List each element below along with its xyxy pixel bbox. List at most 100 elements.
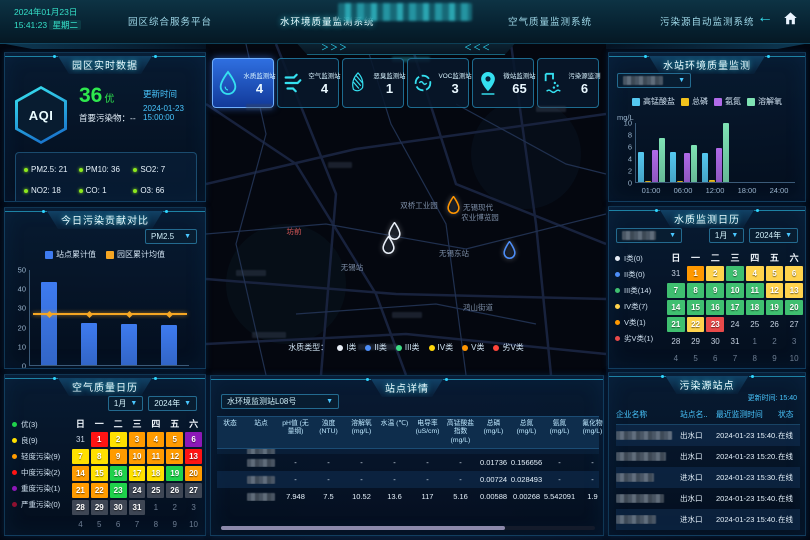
calendar-day[interactable]: 11 bbox=[746, 283, 764, 298]
calendar-day[interactable]: 9 bbox=[766, 351, 784, 366]
air-calendar-year-select[interactable]: 2024年▼ bbox=[148, 396, 197, 411]
calendar-day[interactable]: 18 bbox=[746, 300, 764, 315]
station-select[interactable]: 水环境监测站L08号▼ bbox=[221, 394, 339, 409]
water-calendar-year-select[interactable]: 2024年▼ bbox=[749, 228, 798, 243]
calendar-day[interactable]: 4 bbox=[667, 351, 685, 366]
calendar-day[interactable]: 24 bbox=[129, 483, 146, 498]
calendar-day[interactable]: 4 bbox=[746, 266, 764, 281]
calendar-day[interactable]: 19 bbox=[766, 300, 784, 315]
calendar-day[interactable]: 15 bbox=[687, 300, 705, 315]
calendar-day[interactable]: 10 bbox=[785, 351, 803, 366]
calendar-day[interactable]: 29 bbox=[91, 500, 108, 515]
calendar-day[interactable]: 25 bbox=[746, 317, 764, 332]
calendar-day[interactable]: 14 bbox=[667, 300, 685, 315]
nav-park-platform[interactable]: 园区综合服务平台 bbox=[128, 14, 212, 28]
calendar-day[interactable]: 31 bbox=[726, 334, 744, 349]
map-area[interactable]: ＞＞＞＜＜＜ 水质监测站4空气监测站4恶臭监测站1VOC监测站3微站监测站65污… bbox=[206, 44, 606, 375]
calendar-day[interactable]: 8 bbox=[746, 351, 764, 366]
calendar-day[interactable]: 3 bbox=[129, 432, 146, 447]
calendar-day[interactable]: 8 bbox=[687, 283, 705, 298]
calendar-day[interactable]: 5 bbox=[91, 517, 108, 532]
calendar-day[interactable]: 18 bbox=[147, 466, 164, 481]
water-station-marker[interactable] bbox=[446, 196, 461, 215]
station-type-button-pin[interactable]: 微站监测站65 bbox=[472, 58, 534, 108]
station-type-button-voc[interactable]: VOC监测站3 bbox=[407, 58, 469, 108]
calendar-day[interactable]: 2 bbox=[766, 334, 784, 349]
calendar-day[interactable]: 1 bbox=[91, 432, 108, 447]
calendar-day[interactable]: 7 bbox=[129, 517, 146, 532]
water-station-marker[interactable] bbox=[502, 241, 517, 260]
calendar-day[interactable]: 28 bbox=[72, 500, 89, 515]
calendar-day[interactable]: 30 bbox=[706, 334, 724, 349]
calendar-day[interactable]: 9 bbox=[110, 449, 127, 464]
scrollbar-thumb[interactable] bbox=[221, 526, 505, 530]
calendar-day[interactable]: 8 bbox=[147, 517, 164, 532]
calendar-day[interactable]: 31 bbox=[129, 500, 146, 515]
water-station-select[interactable]: ▼ bbox=[617, 73, 691, 88]
calendar-day[interactable]: 26 bbox=[766, 317, 784, 332]
calendar-day[interactable]: 22 bbox=[91, 483, 108, 498]
calendar-day[interactable]: 17 bbox=[129, 466, 146, 481]
calendar-day[interactable]: 29 bbox=[687, 334, 705, 349]
calendar-day[interactable]: 5 bbox=[687, 351, 705, 366]
calendar-day[interactable]: 8 bbox=[91, 449, 108, 464]
station-type-button-water-drop[interactable]: 水质监测站4 bbox=[212, 58, 274, 108]
calendar-day[interactable]: 4 bbox=[72, 517, 89, 532]
calendar-day[interactable]: 27 bbox=[785, 317, 803, 332]
air-calendar-month-select[interactable]: 1月▼ bbox=[108, 396, 143, 411]
calendar-day[interactable]: 6 bbox=[185, 432, 202, 447]
calendar-day[interactable]: 9 bbox=[166, 517, 183, 532]
horizontal-scrollbar[interactable] bbox=[221, 526, 595, 530]
calendar-day[interactable]: 6 bbox=[110, 517, 127, 532]
calendar-day[interactable]: 6 bbox=[785, 266, 803, 281]
calendar-day[interactable]: 25 bbox=[147, 483, 164, 498]
calendar-day[interactable]: 3 bbox=[785, 334, 803, 349]
calendar-day[interactable]: 16 bbox=[706, 300, 724, 315]
calendar-day[interactable]: 21 bbox=[72, 483, 89, 498]
calendar-day[interactable]: 2 bbox=[166, 500, 183, 515]
back-arrow-icon[interactable]: ← bbox=[757, 10, 773, 26]
calendar-day[interactable]: 5 bbox=[766, 266, 784, 281]
calendar-day[interactable]: 7 bbox=[667, 283, 685, 298]
calendar-day[interactable]: 10 bbox=[129, 449, 146, 464]
calendar-day[interactable]: 12 bbox=[166, 449, 183, 464]
water-station-marker[interactable] bbox=[381, 236, 396, 255]
calendar-day[interactable]: 17 bbox=[726, 300, 744, 315]
nav-air-quality[interactable]: 空气质量监测系统 bbox=[508, 14, 592, 28]
calendar-day[interactable]: 2 bbox=[110, 432, 127, 447]
calendar-day[interactable]: 30 bbox=[110, 500, 127, 515]
calendar-day[interactable]: 31 bbox=[667, 266, 685, 281]
calendar-day[interactable]: 1 bbox=[746, 334, 764, 349]
calendar-day[interactable]: 19 bbox=[166, 466, 183, 481]
calendar-day[interactable]: 5 bbox=[166, 432, 183, 447]
water-calendar-station-select[interactable]: ▼ bbox=[616, 228, 682, 243]
home-icon[interactable] bbox=[783, 11, 798, 25]
calendar-day[interactable]: 14 bbox=[72, 466, 89, 481]
calendar-day[interactable]: 12 bbox=[766, 283, 784, 298]
calendar-day[interactable]: 3 bbox=[185, 500, 202, 515]
calendar-day[interactable]: 27 bbox=[185, 483, 202, 498]
calendar-day[interactable]: 22 bbox=[687, 317, 705, 332]
calendar-day[interactable]: 10 bbox=[726, 283, 744, 298]
calendar-day[interactable]: 3 bbox=[726, 266, 744, 281]
calendar-day[interactable]: 16 bbox=[110, 466, 127, 481]
calendar-day[interactable]: 2 bbox=[706, 266, 724, 281]
calendar-day[interactable]: 7 bbox=[726, 351, 744, 366]
station-type-button-wind[interactable]: 空气监测站4 bbox=[277, 58, 339, 108]
station-type-button-odor[interactable]: 恶臭监测站1 bbox=[342, 58, 404, 108]
pollutant-select[interactable]: PM2.5▼ bbox=[145, 229, 197, 244]
calendar-day[interactable]: 1 bbox=[687, 266, 705, 281]
calendar-day[interactable]: 4 bbox=[147, 432, 164, 447]
calendar-day[interactable]: 10 bbox=[185, 517, 202, 532]
calendar-day[interactable]: 23 bbox=[706, 317, 724, 332]
water-calendar-month-select[interactable]: 1月▼ bbox=[709, 228, 744, 243]
station-type-button-factory[interactable]: 污染源监测6 bbox=[537, 58, 599, 108]
calendar-day[interactable]: 20 bbox=[785, 300, 803, 315]
calendar-day[interactable]: 9 bbox=[706, 283, 724, 298]
calendar-day[interactable]: 7 bbox=[72, 449, 89, 464]
calendar-day[interactable]: 15 bbox=[91, 466, 108, 481]
calendar-day[interactable]: 23 bbox=[110, 483, 127, 498]
calendar-day[interactable]: 24 bbox=[726, 317, 744, 332]
calendar-day[interactable]: 20 bbox=[185, 466, 202, 481]
calendar-day[interactable]: 6 bbox=[706, 351, 724, 366]
